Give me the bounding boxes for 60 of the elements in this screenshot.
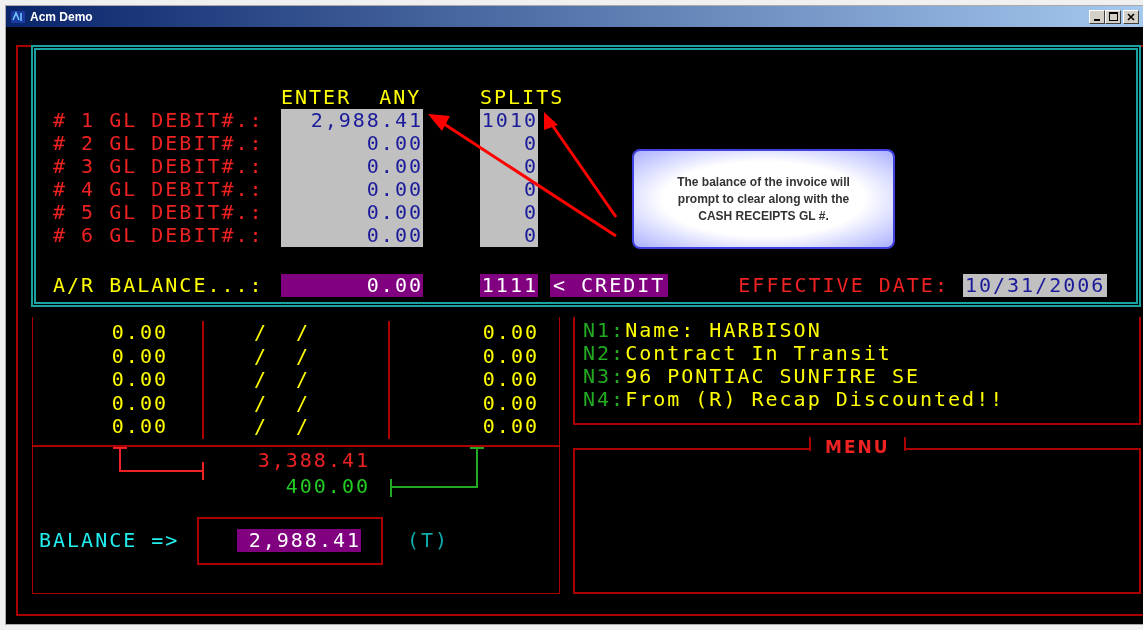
row-label: # 3 GL DEBIT#.: <box>53 155 265 178</box>
table-cell-text: 0.00 <box>481 321 540 345</box>
minimize-icon <box>1094 18 1100 21</box>
table-cell: / / <box>204 391 390 415</box>
amount-field[interactable]: 0.00 <box>281 224 423 247</box>
balance-label: BALANCE => <box>38 529 181 552</box>
amount-field[interactable]: 0.00 <box>281 274 423 297</box>
table-cell-text: 0.00 <box>481 391 540 415</box>
account-field[interactable]: 1111 <box>480 274 538 297</box>
callout-note: The balance of the invoice will prompt to clear along with the CASH RECEIPTS GL #. <box>632 149 895 249</box>
note-line: N2:Contract In Transit <box>583 342 893 365</box>
table-cell: 0.00 <box>33 368 204 392</box>
amount-field[interactable]: 0.00 <box>281 132 423 155</box>
note-line: N1:Name: HARBISON <box>583 319 823 342</box>
amount-field[interactable]: 2,988.41 <box>281 109 423 132</box>
table-cell: / / <box>204 368 390 392</box>
status-text: (T) <box>407 529 450 552</box>
date-field[interactable]: 10/31/2006 <box>962 274 1108 297</box>
row-label: # 4 GL DEBIT#.: <box>53 178 265 201</box>
amount-field[interactable]: 0.00 <box>281 155 423 178</box>
menu-title: MENU <box>809 437 906 451</box>
window-title: Acm Demo <box>30 9 94 24</box>
maximize-button[interactable] <box>1105 9 1121 24</box>
credit-field[interactable]: < CREDIT <box>550 274 669 297</box>
total-amount: 3,388.41 <box>256 446 371 473</box>
split-field[interactable]: 0 <box>480 201 538 224</box>
table-cell-text: 0.00 <box>481 415 540 439</box>
split-field[interactable]: 0 <box>480 155 538 178</box>
date-label: EFFECTIVE DATE: <box>738 274 949 297</box>
note-line: N3:96 PONTIAC SUNFIRE SE <box>583 365 921 388</box>
row-label: # 2 GL DEBIT#.: <box>53 132 265 155</box>
table-cell: 0.00 <box>33 391 204 415</box>
table-cell: 0.00 <box>33 415 204 439</box>
table-cell-text: 0.00 <box>481 344 540 368</box>
note-line: N4:From (R) Recap Discounted!! <box>583 388 1006 411</box>
split-field[interactable]: 1010 <box>480 109 538 132</box>
column-header: ENTER ANY <box>281 86 423 109</box>
row-label: # 1 GL DEBIT#.: <box>53 109 265 132</box>
table-cell: / / <box>204 321 390 345</box>
minimize-button[interactable] <box>1089 9 1105 24</box>
close-button[interactable] <box>1123 9 1139 24</box>
split-field[interactable]: 0 <box>480 178 538 201</box>
split-field[interactable]: 0 <box>480 132 538 155</box>
total-amount: 400.00 <box>284 472 371 499</box>
table-cell-text: 0.00 <box>481 368 540 392</box>
column-header: SPLITS <box>480 86 565 109</box>
close-icon <box>1127 12 1135 21</box>
table-cell: / / <box>204 415 390 439</box>
split-field[interactable]: 0 <box>480 224 538 247</box>
balance-field[interactable]: 2,988.41 <box>197 516 383 565</box>
amount-field[interactable]: 0.00 <box>281 178 423 201</box>
table-cell: 0.00 <box>33 321 204 345</box>
app-icon <box>10 8 26 25</box>
table-cell: 0.00 <box>33 344 204 368</box>
table-cell: / / <box>204 344 390 368</box>
row-label: # 6 GL DEBIT#.: <box>53 224 265 247</box>
maximize-icon <box>1108 12 1118 21</box>
row-label: # 5 GL DEBIT#.: <box>53 201 265 224</box>
amount-field[interactable]: 0.00 <box>281 201 423 224</box>
row-label: A/R BALANCE...: <box>53 274 265 297</box>
